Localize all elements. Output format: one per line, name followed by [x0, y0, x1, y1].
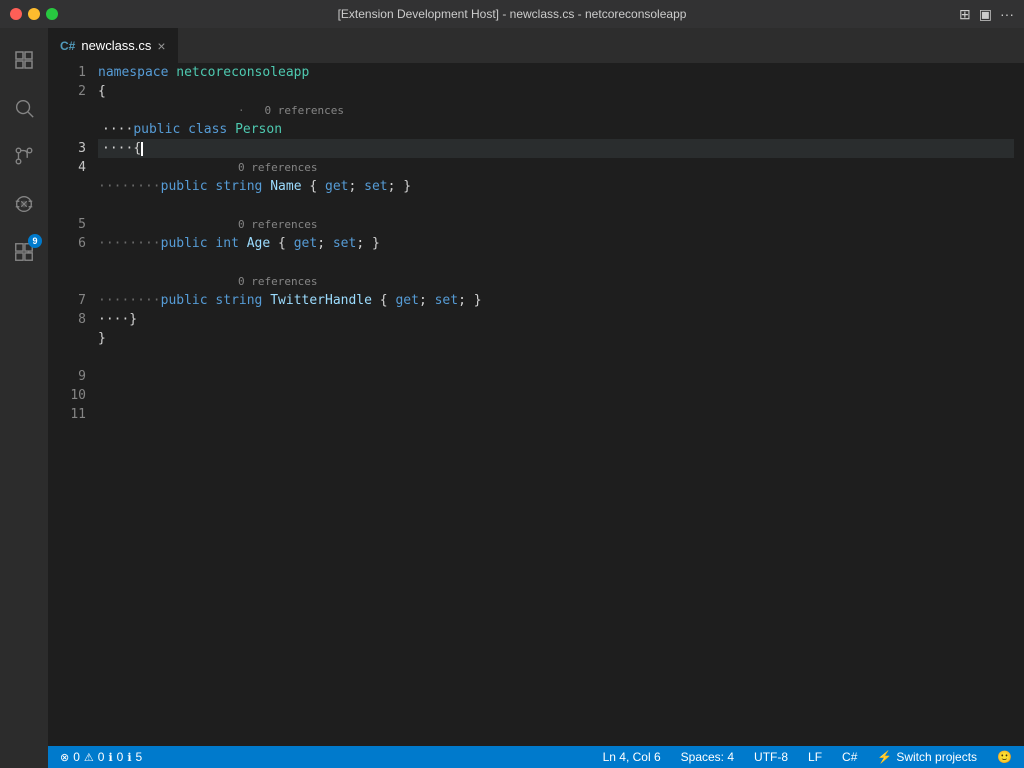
title-bar-right: ⊞ ▣ ···: [959, 6, 1014, 23]
error-icon: ⊗: [60, 751, 69, 764]
status-right: Ln 4, Col 6 Spaces: 4 UTF-8 LF C# ⚡ Swit…: [599, 746, 1016, 768]
line-number-1: 1: [78, 63, 86, 82]
code-line-11: }: [98, 329, 1014, 348]
line-number-3: 3: [78, 139, 86, 158]
title-bar: [Extension Development Host] - newclass.…: [0, 0, 1024, 28]
info-icon: ℹ: [108, 751, 112, 764]
code-line-9: ········public string TwitterHandle { ge…: [98, 291, 1014, 310]
code-line-8: [98, 253, 1014, 272]
status-language[interactable]: C#: [838, 746, 861, 768]
status-encoding[interactable]: UTF-8: [750, 746, 792, 768]
vertical-scrollbar[interactable]: [1014, 63, 1024, 746]
status-smiley[interactable]: 🙂: [993, 746, 1016, 768]
status-switch-projects[interactable]: ⚡ Switch projects: [873, 746, 981, 768]
main-container: 9 C# newclass.cs × 1 2 3 4 5 6: [0, 28, 1024, 768]
split-editor-icon[interactable]: ⊞: [959, 6, 971, 23]
status-errors[interactable]: ⊗ 0 ⚠ 0 ℹ 0 ℹ 5: [56, 746, 146, 768]
ref-line-age: 0 references: [98, 215, 1014, 234]
line-number-10: 10: [70, 386, 86, 405]
line-number-5: 5: [78, 215, 86, 234]
line-number-8: 8: [78, 310, 86, 329]
warning-count: 0: [98, 750, 105, 764]
info2-icon: ℹ: [127, 751, 131, 764]
traffic-lights: [10, 8, 58, 20]
tabs-bar: C# newclass.cs ×: [48, 28, 1024, 63]
activity-bar-item-search[interactable]: [0, 84, 48, 132]
activity-bar-item-explorer[interactable]: [0, 36, 48, 84]
line-number-11: 11: [70, 405, 86, 424]
status-bar: ⊗ 0 ⚠ 0 ℹ 0 ℹ 5 Ln 4, Col 6 Spaces: 4 UT…: [48, 746, 1024, 768]
status-line-ending[interactable]: LF: [804, 746, 826, 768]
info2-count: 5: [136, 750, 143, 764]
activity-bar-item-debug[interactable]: [0, 180, 48, 228]
error-count: 0: [73, 750, 80, 764]
code-line-10: ····}: [98, 310, 1014, 329]
tab-newclass-cs[interactable]: C# newclass.cs ×: [48, 28, 178, 63]
line-number-7: 7: [78, 291, 86, 310]
minimize-button[interactable]: [28, 8, 40, 20]
status-position[interactable]: Ln 4, Col 6: [599, 746, 665, 768]
text-cursor: [141, 142, 143, 156]
code-line-3: ····public class Person: [98, 120, 1014, 139]
extensions-badge: 9: [28, 234, 42, 248]
line-number-6: 6: [78, 234, 86, 253]
close-button[interactable]: [10, 8, 22, 20]
tab-label: newclass.cs: [81, 38, 151, 53]
file-icon: C#: [60, 39, 75, 53]
window-title: [Extension Development Host] - newclass.…: [338, 7, 687, 21]
ref-line-class: · 0 references: [98, 101, 1014, 120]
code-line-1: namespace netcoreconsoleapp: [98, 63, 1014, 82]
line-numbers: 1 2 3 4 5 6 7 8 9 10 11: [48, 63, 98, 746]
status-spaces[interactable]: Spaces: 4: [677, 746, 738, 768]
code-line-4: ····{: [98, 139, 1014, 158]
editor-area: C# newclass.cs × 1 2 3 4 5 6 7 8 9: [48, 28, 1024, 768]
ref-line-name: 0 references: [98, 158, 1014, 177]
code-content[interactable]: namespace netcoreconsoleapp { · 0 refere…: [98, 63, 1014, 746]
ref-line-twitter: 0 references: [98, 272, 1014, 291]
code-line-5: ········public string Name { get; set; }: [98, 177, 1014, 196]
line-number-4: 4: [78, 158, 86, 177]
more-actions-icon[interactable]: ···: [1000, 6, 1014, 22]
info-count: 0: [117, 750, 124, 764]
status-left: ⊗ 0 ⚠ 0 ℹ 0 ℹ 5: [56, 746, 146, 768]
activity-bar-item-source-control[interactable]: [0, 132, 48, 180]
switch-projects-icon: ⚡: [877, 750, 892, 764]
tab-close-button[interactable]: ×: [157, 39, 165, 53]
line-number-9: 9: [78, 367, 86, 386]
activity-bar: 9: [0, 28, 48, 768]
activity-bar-item-extensions[interactable]: 9: [0, 228, 48, 276]
maximize-button[interactable]: [46, 8, 58, 20]
code-editor[interactable]: 1 2 3 4 5 6 7 8 9 10 11 namespace: [48, 63, 1024, 746]
line-number-2: 2: [78, 82, 86, 101]
code-line-6: [98, 196, 1014, 215]
code-line-2: {: [98, 82, 1014, 101]
warning-icon: ⚠: [84, 751, 94, 764]
code-line-7: ········public int Age { get; set; }: [98, 234, 1014, 253]
layout-icon[interactable]: ▣: [979, 6, 992, 23]
switch-projects-label: Switch projects: [896, 750, 977, 764]
